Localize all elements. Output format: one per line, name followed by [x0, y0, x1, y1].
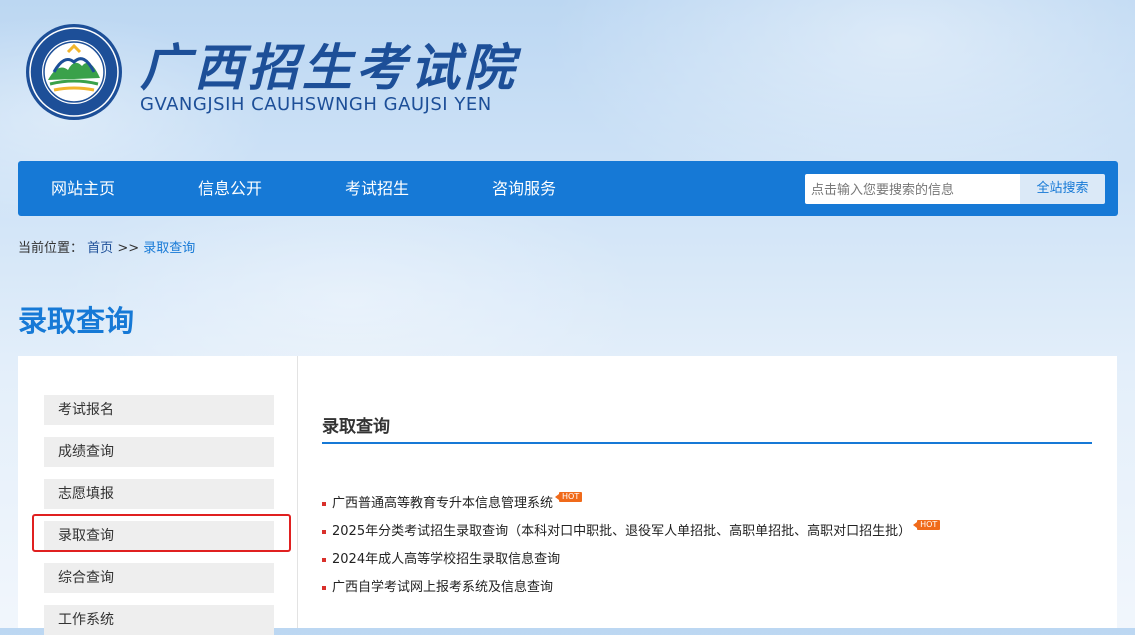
nav-item-consult-service[interactable]: 咨询服务 — [492, 161, 556, 216]
nav-item-home[interactable]: 网站主页 — [51, 161, 115, 216]
logo-english-title: GVANGJSIH CAUHSWNGH GAUJSI YEN — [140, 94, 492, 115]
sidebar: 考试报名 成绩查询 志愿填报 录取查询 综合查询 工作系统 — [18, 356, 298, 635]
content-title-underline — [322, 442, 1092, 444]
site-search-button[interactable]: 全站搜索 — [1020, 174, 1105, 204]
hot-badge: HOT — [913, 520, 941, 530]
link-item-upgrade-undergrad-system[interactable]: 广西普通高等教育专升本信息管理系统 HOT — [322, 490, 940, 518]
sidebar-item-application-fill[interactable]: 志愿填报 — [44, 479, 274, 509]
page-title: 录取查询 — [18, 304, 135, 338]
sidebar-item-comprehensive-query[interactable]: 综合查询 — [44, 563, 274, 593]
link-item-self-study-exam-system[interactable]: 广西自学考试网上报考系统及信息查询 — [322, 574, 940, 602]
breadcrumb-separator: >> — [117, 241, 140, 256]
breadcrumb-home-link[interactable]: 首页 — [87, 241, 113, 256]
breadcrumb-prefix: 当前位置： — [18, 241, 84, 256]
hot-badge: HOT — [554, 492, 583, 502]
logo-chinese-title: 广西招生考试院 — [140, 38, 518, 97]
link-text[interactable]: 广西普通高等教育专升本信息管理系统 — [332, 496, 553, 511]
link-list: 广西普通高等教育专升本信息管理系统 HOT 2025年分类考试招生录取查询（本科对… — [322, 490, 941, 602]
sidebar-item-score-query[interactable]: 成绩查询 — [44, 437, 274, 467]
selected-item-highlight-box — [32, 514, 291, 552]
nav-item-exam-enrollment[interactable]: 考试招生 — [345, 161, 409, 216]
main-nav-bar: 网站主页 信息公开 考试招生 咨询服务 全站搜索 — [18, 161, 1118, 216]
content-section-title: 录取查询 — [322, 417, 390, 437]
breadcrumb: 当前位置： 首页 >> 录取查询 — [18, 237, 195, 256]
sidebar-item-work-system[interactable]: 工作系统 — [44, 605, 274, 635]
link-item-2025-classified-admission[interactable]: 2025年分类考试招生录取查询（本科对口中职批、退役军人单招批、高职单招批、高职… — [322, 518, 941, 546]
nav-item-info-disclosure[interactable]: 信息公开 — [198, 161, 262, 216]
sidebar-item-exam-registration[interactable]: 考试报名 — [44, 395, 274, 425]
logo-emblem — [24, 22, 124, 122]
link-text[interactable]: 2025年分类考试招生录取查询（本科对口中职批、退役军人单招批、高职单招批、高职… — [332, 524, 911, 539]
link-text[interactable]: 2024年成人高等学校招生录取信息查询 — [332, 552, 560, 567]
breadcrumb-current[interactable]: 录取查询 — [143, 241, 195, 256]
content-panel: 考试报名 成绩查询 志愿填报 录取查询 综合查询 工作系统 录取查询 广西普通高… — [18, 356, 1117, 635]
link-text[interactable]: 广西自学考试网上报考系统及信息查询 — [332, 580, 553, 595]
site-search-input[interactable] — [805, 174, 1020, 204]
link-item-2024-adult-admission[interactable]: 2024年成人高等学校招生录取信息查询 — [322, 546, 940, 574]
